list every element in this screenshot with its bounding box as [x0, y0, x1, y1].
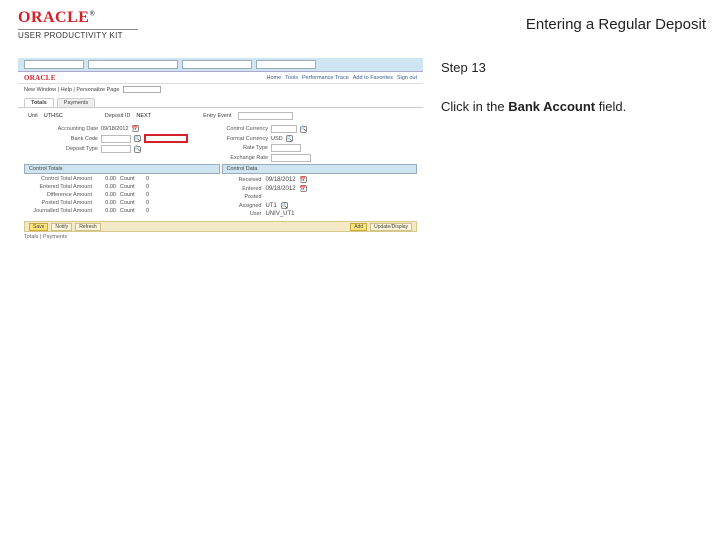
deposit-id-value: NEXT — [136, 113, 151, 119]
footer-tabs-text[interactable]: Totals | Payments — [18, 232, 423, 240]
instruction-panel: Step 13 Click in the Bank Account field. — [441, 58, 701, 258]
link-add-fav[interactable]: Add to Favorites — [353, 75, 393, 81]
received-label: Received — [222, 177, 262, 183]
tab-payments[interactable]: Payments — [57, 98, 95, 107]
user-label: User — [222, 211, 262, 217]
user-value: UNIV_UT1 — [266, 211, 295, 217]
ctl-count: 0 — [146, 208, 156, 214]
entry-event-label: Entry Event — [203, 113, 231, 119]
ctl-label: Journalled Total Amount — [24, 208, 92, 214]
control-currency-label: Control Currency — [208, 126, 268, 132]
tab-totals[interactable]: Totals — [24, 98, 54, 107]
ctl-count-label: Count — [120, 184, 142, 190]
calendar-icon[interactable]: 📅 — [132, 125, 139, 132]
exchange-rate-label: Exchange Rate — [208, 155, 268, 161]
ctl-label: Entered Total Amount — [24, 184, 92, 190]
unit-value: UTHSC — [44, 113, 63, 119]
ctl-count: 0 — [146, 192, 156, 198]
section-control-data: Control Data — [222, 164, 418, 174]
assigned-label: Assigned — [222, 203, 262, 209]
oracle-logo: ORACLE® — [18, 10, 138, 26]
lookup-icon[interactable]: 🔍 — [134, 135, 141, 142]
entered-label: Entered — [222, 186, 262, 192]
instruction-bold: Bank Account — [508, 99, 595, 114]
section-control-totals: Control Totals — [24, 164, 220, 174]
window-help-links[interactable]: New Window | Help | Personalize Page — [24, 87, 120, 93]
ctl-amount: 0.00 — [96, 184, 116, 190]
notify-button[interactable]: Notify — [51, 223, 72, 231]
ctl-count: 0 — [146, 200, 156, 206]
update-display-button[interactable]: Update/Display — [370, 223, 412, 231]
refresh-button[interactable]: Refresh — [75, 223, 101, 231]
rate-type-label: Rate Type — [208, 145, 268, 151]
lookup-icon[interactable]: 🔍 — [281, 202, 288, 209]
brand-block: ORACLE® USER PRODUCTIVITY KIT — [18, 10, 138, 40]
app-topbar — [18, 58, 423, 72]
bank-account-field[interactable] — [144, 134, 188, 143]
control-currency-input[interactable] — [271, 125, 297, 133]
ctl-amount: 0.00 — [96, 200, 116, 206]
deposit-type-input[interactable] — [101, 145, 131, 153]
ctl-count: 0 — [146, 184, 156, 190]
ctl-count-label: Count — [120, 200, 142, 206]
calendar-icon[interactable]: 📅 — [300, 176, 307, 183]
app-oracle-logo: ORACLE — [24, 74, 56, 82]
ctl-amount: 0.00 — [96, 176, 116, 182]
deposit-id-label: Deposit ID — [105, 113, 131, 119]
brand-tm: ® — [89, 10, 95, 18]
search-input[interactable] — [123, 86, 161, 93]
ctl-label: Posted Total Amount — [24, 200, 92, 206]
entry-event-input[interactable] — [238, 112, 293, 120]
link-tools[interactable]: Tools — [285, 75, 298, 81]
format-currency-value: USD — [271, 136, 283, 142]
accounting-date-label: Accounting Date — [38, 126, 98, 132]
instruction-post: field. — [595, 99, 626, 114]
ctl-count-label: Count — [120, 208, 142, 214]
app-top-links: Home Tools Performance Trace Add to Favo… — [266, 75, 417, 81]
calendar-icon[interactable]: 📅 — [300, 185, 307, 192]
app-screenshot: ORACLE Home Tools Performance Trace Add … — [18, 58, 423, 258]
link-perf-trace[interactable]: Performance Trace — [302, 75, 349, 81]
link-signout[interactable]: Sign out — [397, 75, 417, 81]
received-value: 09/18/2012 — [266, 177, 296, 183]
ctl-amount: 0.00 — [96, 208, 116, 214]
ctl-label: Control Total Amount — [24, 176, 92, 182]
accounting-date-value: 09/18/2012 — [101, 126, 129, 132]
format-currency-label: Format Currency — [208, 136, 268, 142]
bank-code-input[interactable] — [101, 135, 131, 143]
lookup-icon[interactable]: 🔍 — [286, 135, 293, 142]
exchange-rate-input[interactable] — [271, 154, 311, 162]
rate-type-input[interactable] — [271, 144, 301, 152]
brand-subtitle: USER PRODUCTIVITY KIT — [18, 32, 138, 40]
save-button[interactable]: Save — [29, 223, 48, 231]
ctl-count: 0 — [146, 176, 156, 182]
ctl-label: Difference Amount — [24, 192, 92, 198]
instruction-pre: Click in the — [441, 99, 508, 114]
page-title: Entering a Regular Deposit — [526, 16, 706, 33]
bank-code-label: Bank Code — [38, 136, 98, 142]
breadcrumb-field[interactable] — [88, 60, 178, 69]
instruction-text: Click in the Bank Account field. — [441, 99, 701, 116]
ctl-amount: 0.00 — [96, 192, 116, 198]
step-number: Step 13 — [441, 60, 701, 75]
brand-divider — [18, 29, 138, 30]
unit-label: Unit — [28, 113, 38, 119]
assigned-value: UT1 — [266, 203, 277, 209]
lookup-icon[interactable]: 🔍 — [134, 146, 141, 153]
lookup-icon[interactable]: 🔍 — [300, 126, 307, 133]
deposit-type-label: Deposit Type — [38, 146, 98, 152]
breadcrumb-field[interactable] — [256, 60, 316, 69]
link-home[interactable]: Home — [266, 75, 281, 81]
entered-value: 09/18/2012 — [266, 186, 296, 192]
add-button[interactable]: Add — [350, 223, 367, 231]
ctl-count-label: Count — [120, 192, 142, 198]
posted-label: Posted — [222, 194, 262, 200]
breadcrumb-field[interactable] — [182, 60, 252, 69]
breadcrumb-field[interactable] — [24, 60, 84, 69]
brand-logo-text: ORACLE — [18, 9, 89, 26]
ctl-count-label: Count — [120, 176, 142, 182]
